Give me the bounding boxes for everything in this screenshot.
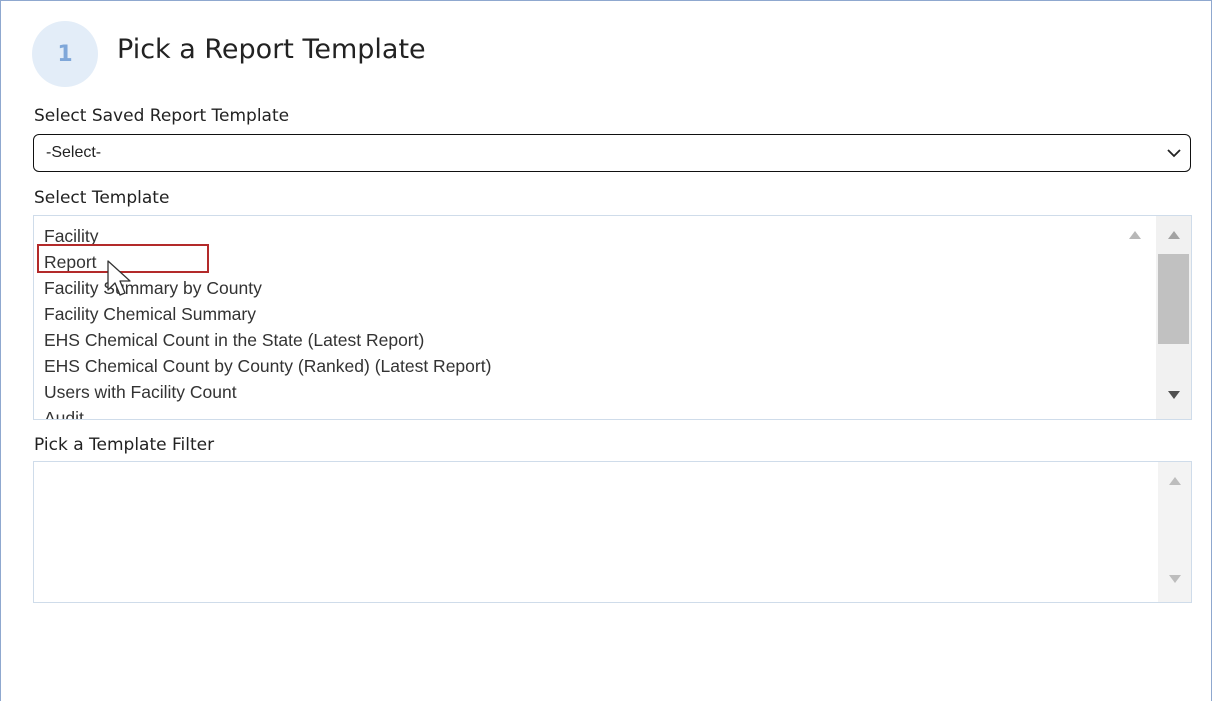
saved-template-label: Select Saved Report Template xyxy=(34,106,290,126)
filter-scrollbar[interactable] xyxy=(1158,462,1191,602)
step-title: Pick a Report Template xyxy=(117,34,426,65)
scroll-down-arrow-icon[interactable] xyxy=(1168,574,1182,584)
scroll-down-arrow-icon[interactable] xyxy=(1167,390,1181,400)
template-option[interactable]: EHS Chemical Count by County (Ranked) (L… xyxy=(44,353,491,379)
template-filter-label: Pick a Template Filter xyxy=(34,435,215,455)
scroll-up-arrow-icon[interactable] xyxy=(1168,476,1182,486)
template-filter-listbox[interactable] xyxy=(33,461,1192,603)
scroll-up-arrow-icon[interactable] xyxy=(1128,230,1142,240)
scroll-up-arrow-icon[interactable] xyxy=(1167,230,1181,240)
mouse-pointer-icon xyxy=(107,260,131,296)
template-option[interactable]: Audit xyxy=(44,405,491,419)
step-number-badge: 1 xyxy=(32,21,98,87)
template-option[interactable]: EHS Chemical Count in the State (Latest … xyxy=(44,327,491,353)
chevron-down-icon xyxy=(1167,149,1181,158)
template-option[interactable]: Facility Chemical Summary xyxy=(44,301,491,327)
select-template-label: Select Template xyxy=(34,188,170,208)
template-list-scrollbar[interactable] xyxy=(1156,216,1191,419)
template-option[interactable]: Users with Facility Count xyxy=(44,379,491,405)
saved-template-select[interactable]: -Select- xyxy=(33,134,1191,172)
step-number: 1 xyxy=(57,41,73,67)
scrollbar-thumb[interactable] xyxy=(1158,254,1189,344)
saved-template-selected-value: -Select- xyxy=(46,144,102,161)
